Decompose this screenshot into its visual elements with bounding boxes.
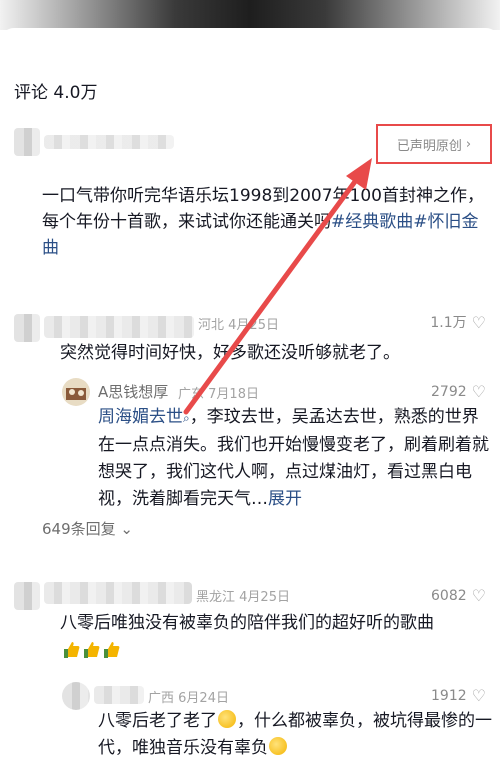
- reply-location: 广东: [178, 387, 205, 402]
- commenter-avatar-blurred[interactable]: [14, 314, 40, 342]
- heart-icon: ♡: [471, 586, 486, 605]
- reply-meta: 广东 7月18日: [178, 383, 259, 402]
- heart-icon: ♡: [471, 382, 486, 401]
- commenter-name-blurred[interactable]: [44, 316, 194, 338]
- thumbs-up-emojis: [62, 640, 122, 661]
- heart-icon: ♡: [471, 686, 486, 705]
- like-count: 1.1万: [430, 315, 467, 331]
- heart-icon: ♡: [471, 312, 486, 332]
- video-preview[interactable]: [0, 0, 500, 30]
- crying-laughing-emoji-icon: [218, 710, 236, 728]
- like-count: 6082: [431, 587, 467, 604]
- thumbs-up-icon: [104, 642, 120, 658]
- search-link[interactable]: 周海媚去世: [98, 407, 183, 427]
- comment-location: 黑龙江: [196, 590, 236, 605]
- reply-meta: 广西 6月24日: [148, 687, 229, 706]
- post-description: 一口气带你听完华语乐坛1998到2007年100首封神之作，每个年份十首歌，来试…: [42, 183, 492, 261]
- reply-avatar[interactable]: [62, 378, 90, 406]
- reply-author-blurred[interactable]: [94, 686, 144, 704]
- reply-like-count: 1912: [431, 687, 467, 704]
- comment-location: 河北: [198, 318, 225, 333]
- comment-date: 4月25日: [239, 590, 290, 605]
- reply-author-name[interactable]: A思钱想厚: [98, 381, 168, 402]
- original-badge-label: 已声明原创: [396, 138, 462, 154]
- reply-date: 6月24日: [178, 691, 229, 706]
- comment-date: 4月25日: [228, 318, 279, 333]
- comment-text: 突然觉得时间好快，好多歌还没听够就老了。: [60, 343, 400, 363]
- reply-date: 7月18日: [208, 387, 259, 402]
- crying-laughing-emoji-icon: [269, 737, 287, 755]
- comment-meta: 河北 4月25日: [198, 314, 279, 333]
- thumbs-up-icon: [64, 642, 80, 658]
- commenter-name-blurred[interactable]: [44, 582, 192, 604]
- view-replies-button[interactable]: 649条回复 ⌄: [42, 518, 133, 539]
- replies-label: 649条回复: [42, 520, 116, 538]
- reply-like-button[interactable]: 2792 ♡: [431, 382, 486, 401]
- reply-like-count: 2792: [431, 383, 467, 400]
- hashtag-link[interactable]: #经典歌曲: [331, 212, 413, 232]
- thumbs-up-icon: [84, 642, 100, 658]
- chevron-down-icon: ⌄: [120, 520, 133, 538]
- reply-avatar-blurred[interactable]: [62, 682, 90, 710]
- commenter-avatar-blurred[interactable]: [14, 582, 40, 610]
- chevron-right-icon: ›: [465, 136, 472, 152]
- reply-location: 广西: [148, 691, 175, 706]
- reply-like-button[interactable]: 1912 ♡: [431, 686, 486, 705]
- author-name-blurred[interactable]: [44, 135, 174, 149]
- like-button[interactable]: 6082 ♡: [431, 586, 486, 605]
- reply-body: 八零后老了老了: [98, 711, 217, 731]
- author-avatar-blurred[interactable]: [14, 128, 40, 156]
- reply-text: 周海媚去世⌕，李玟去世，吴孟达去世，熟悉的世界在一点点消失。我们也开始慢慢变老了…: [98, 404, 492, 513]
- reply-text: 八零后老了老了 ，什么都被辜负，被坑得最惨的一代，唯独音乐没有辜负: [98, 708, 492, 762]
- original-declared-badge[interactable]: 已声明原创 ›: [376, 124, 492, 164]
- comment-text: 八零后唯独没有被辜负的陪伴我们的超好听的歌曲: [60, 613, 434, 633]
- like-button[interactable]: 1.1万 ♡: [430, 312, 486, 332]
- comment-meta: 黑龙江 4月25日: [196, 586, 290, 605]
- comment-count: 评论 4.0万: [14, 83, 98, 103]
- expand-link[interactable]: 展开: [268, 489, 302, 509]
- search-icon[interactable]: ⌕: [183, 411, 190, 425]
